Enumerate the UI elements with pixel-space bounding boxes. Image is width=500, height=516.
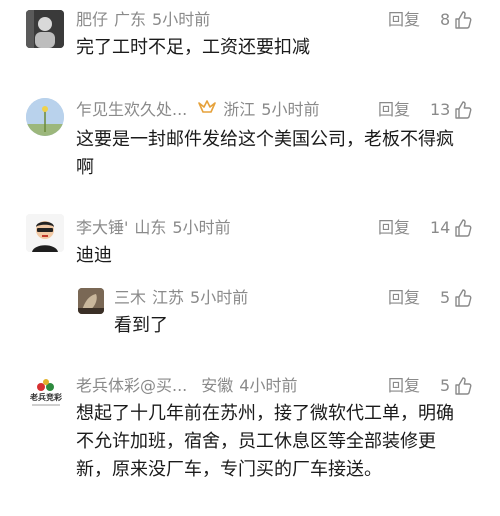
- username[interactable]: 三木: [114, 288, 146, 307]
- location: 江苏: [152, 288, 185, 307]
- username[interactable]: 老兵体彩@买...: [76, 376, 187, 395]
- reply-button[interactable]: 回复: [388, 8, 420, 32]
- like-button[interactable]: 5: [440, 374, 473, 398]
- like-count: 13: [430, 100, 451, 119]
- comment-meta: 李大锤' 山东 5小时前: [76, 216, 231, 240]
- location: 广东: [114, 10, 147, 29]
- timestamp: 4小时前: [239, 376, 298, 395]
- avatar[interactable]: [26, 10, 64, 48]
- avatar[interactable]: [26, 214, 64, 252]
- avatar[interactable]: [26, 98, 64, 136]
- comment-text-line: 不允许加班，宿舍，员工休息区等全部装修更: [76, 431, 436, 452]
- avatar-logo-text: 老兵竞彩: [30, 393, 62, 402]
- reply-text: 看到了: [114, 315, 168, 336]
- comment-meta: 乍见生欢久处... 浙江 5小时前: [76, 98, 319, 122]
- reply-meta: 三木 江苏 5小时前: [114, 286, 248, 310]
- comment-text-line: 新，原来没厂车，专门买的厂车接送。: [76, 459, 382, 480]
- comment-text: 完了工时不足，工资还要扣减: [76, 37, 310, 58]
- reply-button[interactable]: 回复: [388, 374, 420, 398]
- timestamp: 5小时前: [190, 288, 249, 307]
- comment-text-line: 啊: [76, 157, 94, 178]
- location: 山东: [134, 218, 167, 237]
- like-count: 14: [430, 218, 451, 237]
- timestamp: 5小时前: [172, 218, 231, 237]
- thumbs-up-icon: [455, 101, 472, 119]
- like-count: 8: [440, 10, 451, 29]
- like-button[interactable]: 8: [440, 8, 473, 32]
- comment-item: 肥仔 广东 5小时前 回复 8 完了工时不足，工资还要扣减: [0, 0, 500, 80]
- comment-meta: 老兵体彩@买... 安徽 4小时前: [76, 374, 297, 398]
- comment-meta: 肥仔 广东 5小时前: [76, 8, 210, 32]
- username[interactable]: 肥仔: [76, 10, 108, 29]
- comment-text: 想起了十几年前在苏州，接了微软代工单，明确 不允许加班，宿舍，员工休息区等全部装…: [76, 400, 454, 484]
- location: 浙江: [223, 100, 256, 119]
- avatar[interactable]: 老兵竞彩: [26, 374, 66, 414]
- thumbs-up-icon: [455, 377, 472, 395]
- comment-item: 李大锤' 山东 5小时前 回复 14 迪迪 三木 江苏 5小时前 回复 5 看到了: [0, 200, 500, 350]
- crown-badge-icon: [197, 99, 217, 123]
- reply-button[interactable]: 回复: [378, 98, 410, 122]
- comment-text-line: 这要是一封邮件发给这个美国公司，老板不得疯: [76, 129, 454, 150]
- reply-button[interactable]: 回复: [378, 216, 410, 240]
- comment-item: 乍见生欢久处... 浙江 5小时前 回复 13 这要是一封邮件发给这个美国公司，老板…: [0, 80, 500, 190]
- like-button[interactable]: 5: [440, 286, 473, 310]
- avatar[interactable]: [78, 288, 104, 314]
- comment-text-line: 想起了十几年前在苏州，接了微软代工单，明确: [76, 403, 454, 424]
- thumbs-up-icon: [455, 289, 472, 307]
- username[interactable]: 李大锤': [76, 218, 128, 237]
- like-count: 5: [440, 376, 451, 395]
- reply-button[interactable]: 回复: [388, 286, 420, 310]
- like-count: 5: [440, 288, 451, 307]
- like-button[interactable]: 13: [430, 98, 473, 122]
- username[interactable]: 乍见生欢久处...: [76, 100, 187, 119]
- comment-item: 老兵竞彩 老兵体彩@买... 安徽 4小时前 回复 5 想起了十几年前在苏州，接了微…: [0, 364, 500, 516]
- comment-text: 迪迪: [76, 245, 112, 266]
- like-button[interactable]: 14: [430, 216, 473, 240]
- thumbs-up-icon: [455, 11, 472, 29]
- location: 安徽: [201, 376, 234, 395]
- timestamp: 5小时前: [261, 100, 320, 119]
- timestamp: 5小时前: [152, 10, 211, 29]
- thumbs-up-icon: [455, 219, 472, 237]
- comment-text: 这要是一封邮件发给这个美国公司，老板不得疯 啊: [76, 126, 454, 182]
